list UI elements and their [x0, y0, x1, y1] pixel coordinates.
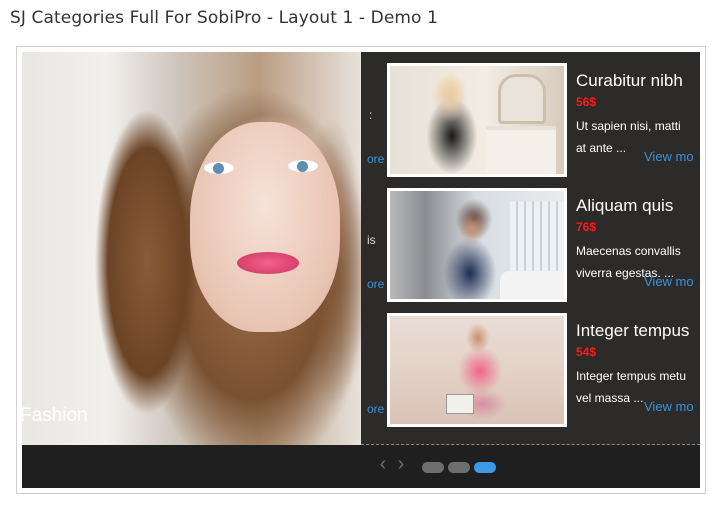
list-item: Aliquam quis 76$ Maecenas convallis vive…	[387, 188, 700, 302]
peek-text-2: is	[367, 233, 376, 247]
woman-dress-photo	[390, 66, 564, 174]
bed-shape	[500, 271, 564, 299]
woman-beach-photo	[390, 316, 564, 424]
slider-stage: : ore is ore ore Curabitur nibh 56$ Ut s…	[22, 52, 700, 488]
table-shape	[486, 126, 556, 174]
list-item: Integer tempus 54$ Integer tempus metu v…	[387, 313, 700, 427]
item-title[interactable]: Curabitur nibh	[576, 71, 700, 91]
pagination-dot-2[interactable]	[448, 462, 470, 473]
item-title[interactable]: Aliquam quis	[576, 196, 700, 216]
peek-more-link-1[interactable]: ore	[367, 152, 384, 166]
lips-shape	[237, 252, 299, 274]
portrait-photo[interactable]	[22, 52, 372, 452]
item-description-line: Integer tempus metu	[576, 369, 687, 383]
category-title[interactable]: Fashion	[20, 405, 88, 427]
view-more-link[interactable]: View mo	[644, 274, 700, 289]
item-thumbnail[interactable]	[387, 188, 567, 302]
eye-right-shape	[288, 160, 318, 172]
item-price: 54$	[576, 345, 597, 359]
view-more-link[interactable]: View mo	[644, 399, 700, 414]
item-thumbnail[interactable]	[387, 313, 567, 427]
woman-bedroom-photo	[390, 191, 564, 299]
bag-shape	[446, 394, 474, 414]
face-shape	[190, 122, 340, 332]
eye-left-shape	[204, 162, 234, 174]
chevron-left-icon[interactable]: ‹	[376, 454, 390, 474]
peek-text: :	[369, 108, 373, 122]
item-price: 76$	[576, 220, 597, 234]
peek-more-link-2[interactable]: ore	[367, 277, 384, 291]
item-description-line: Maecenas convallis	[576, 244, 681, 258]
item-thumbnail[interactable]	[387, 63, 567, 177]
list-item: Curabitur nibh 56$ Ut sapien nisi, matti…	[387, 63, 700, 177]
caption-bar	[22, 445, 700, 488]
peek-more-link-3[interactable]: ore	[367, 402, 384, 416]
mirror-shape	[498, 74, 546, 124]
item-title[interactable]: Integer tempus	[576, 321, 700, 341]
pagination-dot-1[interactable]	[422, 462, 444, 473]
module-title: SJ Categories Full For SobiPro - Layout …	[10, 8, 438, 28]
item-price: 56$	[576, 95, 597, 109]
pagination-dot-3[interactable]	[474, 462, 496, 473]
chevron-right-icon[interactable]: ›	[394, 454, 408, 474]
view-more-link[interactable]: View mo	[644, 149, 700, 164]
item-description-line: Ut sapien nisi, matti	[576, 119, 681, 133]
